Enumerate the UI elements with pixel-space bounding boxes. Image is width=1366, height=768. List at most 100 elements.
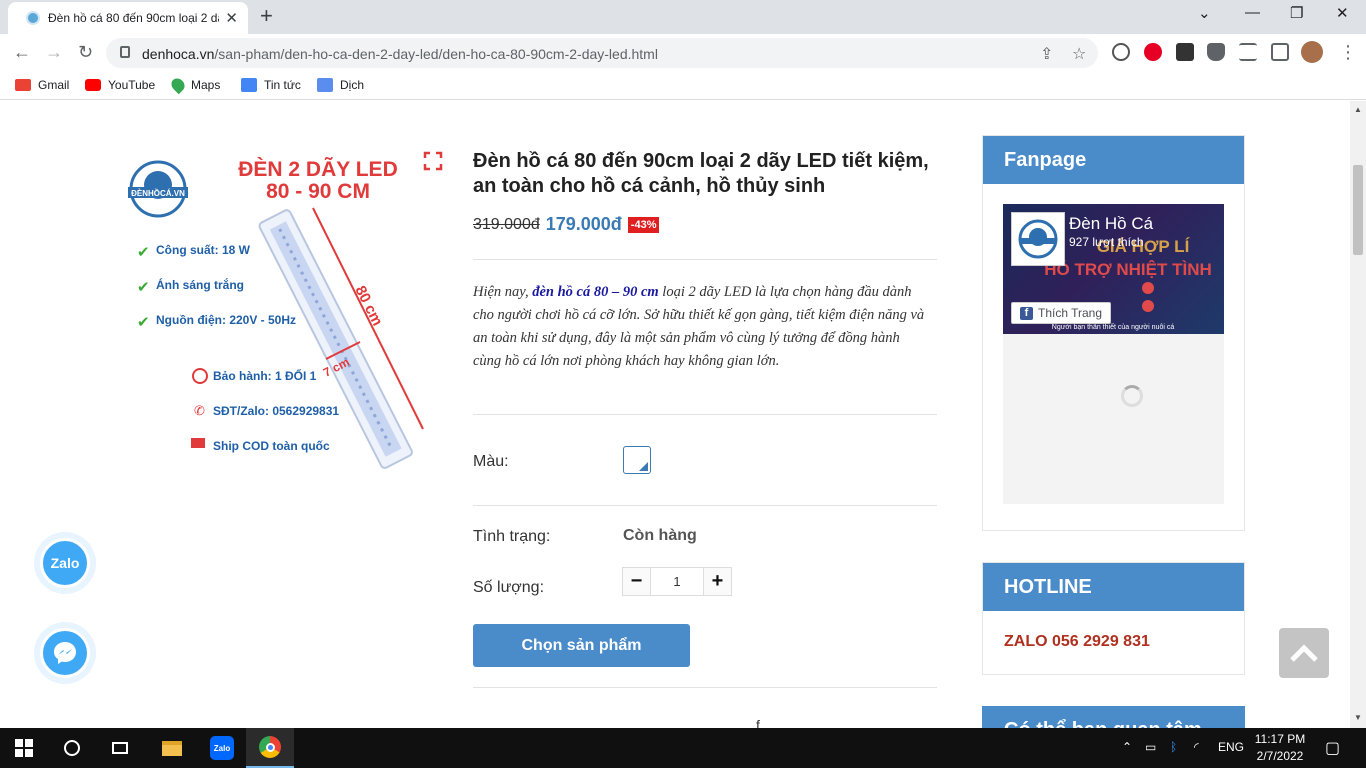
extension-m-icon[interactable] <box>1176 43 1194 61</box>
cover-text-2: HỖ TRỢ NHIỆT TÌNH <box>1044 260 1212 279</box>
battery-icon[interactable]: ▭ <box>1145 740 1156 754</box>
bluetooth-icon[interactable]: ᛒ <box>1170 740 1177 754</box>
scroll-down-icon[interactable]: ▼ <box>1354 713 1362 722</box>
restore-icon[interactable]: ❐ <box>1290 4 1303 22</box>
forward-icon[interactable]: → <box>45 42 63 63</box>
description-link[interactable]: đèn hồ cá 80 – 90 cm <box>532 284 658 300</box>
site-favicon-icon <box>26 11 40 25</box>
facebook-page-name[interactable]: Đèn Hồ Cá <box>1069 214 1153 234</box>
search-button[interactable] <box>48 728 96 768</box>
start-button[interactable] <box>0 728 48 768</box>
reload-icon[interactable]: ↻ <box>78 42 93 63</box>
messenger-chat-button[interactable] <box>34 622 96 684</box>
hotline-title: HOTLINE <box>983 563 1244 611</box>
task-view-icon <box>112 742 128 754</box>
extensions-puzzle-icon[interactable] <box>1207 43 1225 61</box>
status-label: Tình trạng: <box>473 528 551 545</box>
windows-taskbar: Zalo ⌃ ▭ ᛒ ◜ ENG 11:17 PM 2/7/2022 ▢ <box>0 728 1366 768</box>
check-icon: ✔ <box>137 279 150 296</box>
quantity-input[interactable]: 1 <box>650 568 704 595</box>
web-page: ĐÈNHỒCÁ.VN ĐÈN 2 DÃY LED 80 - 90 CM ✔ Cô… <box>0 101 1350 728</box>
back-icon[interactable]: ← <box>13 42 31 63</box>
hotline-number[interactable]: ZALO 056 2929 831 <box>1004 633 1150 651</box>
divider <box>473 259 937 260</box>
new-tab-icon[interactable]: + <box>260 5 273 27</box>
close-tab-icon[interactable]: ✕ <box>225 9 238 27</box>
truck-icon <box>191 438 205 448</box>
share-icon[interactable]: ⇪ <box>1040 44 1053 64</box>
back-to-top-button[interactable] <box>1279 628 1329 678</box>
side-panel-icon[interactable] <box>1271 43 1289 61</box>
facebook-like-button[interactable]: f Thích Trang <box>1011 302 1112 324</box>
divider <box>473 414 937 415</box>
folder-icon <box>162 740 182 756</box>
select-product-button[interactable]: Chọn sản phẩm <box>473 624 690 667</box>
bookmarks-bar: Gmail YouTube Maps Tin tức Dịch <box>0 72 1366 100</box>
chrome-app-button[interactable] <box>246 728 294 768</box>
zalo-app-button[interactable]: Zalo <box>198 728 246 768</box>
page-scrollbar[interactable]: ▲ ▼ <box>1350 101 1366 728</box>
check-icon: ✔ <box>137 314 150 331</box>
phone-icon: ✆ <box>194 403 205 418</box>
bookmark-gmail[interactable]: Gmail <box>15 78 69 92</box>
gmail-icon <box>15 79 31 91</box>
minimize-icon[interactable]: — <box>1245 4 1260 21</box>
extension-gear-icon[interactable] <box>1112 43 1130 61</box>
related-widget: Có thể bạn quan tâm <box>982 706 1245 728</box>
new-price: 179.000đ <box>545 214 622 234</box>
scroll-up-icon[interactable]: ▲ <box>1354 105 1362 114</box>
expand-icon[interactable] <box>423 151 443 171</box>
image-heading-2: 80 - 90 CM <box>266 180 370 203</box>
product-image[interactable]: ĐÈNHỒCÁ.VN ĐÈN 2 DÃY LED 80 - 90 CM ✔ Cô… <box>120 141 450 481</box>
fanpage-widget: Fanpage GIÁ HỢP LÍ HỖ TRỢ NHIỆT TÌNH Ngư… <box>982 135 1245 531</box>
partial-text: f <box>756 717 760 728</box>
facebook-like-count: 927 lượt thích <box>1069 235 1144 249</box>
check-icon: ✔ <box>137 244 150 261</box>
tray-chevron-icon[interactable]: ⌃ <box>1122 740 1132 754</box>
file-explorer-button[interactable] <box>148 728 196 768</box>
bookmark-translate[interactable]: Dịch <box>317 78 364 92</box>
system-clock[interactable]: 11:17 PM 2/7/2022 <box>1248 731 1312 765</box>
profile-avatar[interactable] <box>1301 41 1323 63</box>
feature-3: Nguồn điện: 220V - 50Hz <box>156 313 296 327</box>
language-indicator[interactable]: ENG <box>1218 740 1244 754</box>
task-view-button[interactable] <box>96 728 144 768</box>
facebook-page-logo[interactable] <box>1011 212 1065 266</box>
bookmark-star-icon[interactable]: ☆ <box>1072 44 1086 64</box>
media-control-icon[interactable] <box>1239 43 1257 61</box>
wifi-icon[interactable]: ◜ <box>1194 740 1199 754</box>
divider <box>473 687 937 688</box>
clock-date: 2/7/2022 <box>1256 749 1304 763</box>
tab-search-icon[interactable]: ⌄ <box>1198 4 1211 22</box>
increase-quantity-button[interactable]: + <box>704 568 731 595</box>
zalo-chat-button[interactable]: Zalo <box>34 532 96 594</box>
scrollbar-thumb[interactable] <box>1353 165 1363 255</box>
clock-time: 11:17 PM <box>1254 732 1306 746</box>
zalo-app-icon: Zalo <box>210 736 234 760</box>
tab-strip: Đèn hồ cá 80 đến 90cm loại 2 dã ✕ + ⌄ — … <box>0 0 1366 34</box>
logo-text: ĐÈNHỒCÁ.VN <box>131 188 185 198</box>
browser-tab[interactable]: Đèn hồ cá 80 đến 90cm loại 2 dã ✕ <box>8 2 248 34</box>
lock-icon[interactable] <box>120 46 130 58</box>
bookmark-youtube[interactable]: YouTube <box>85 78 155 92</box>
tab-title: Đèn hồ cá 80 đến 90cm loại 2 dã <box>48 11 220 25</box>
pinterest-icon[interactable] <box>1144 43 1162 61</box>
quantity-label: Số lượng: <box>473 579 545 596</box>
address-bar[interactable]: denhoca.vn/san-pham/den-ho-ca-den-2-day-… <box>106 38 1098 68</box>
menu-kebab-icon[interactable]: ⋮ <box>1339 42 1357 63</box>
close-window-icon[interactable]: ✕ <box>1336 4 1349 22</box>
bookmark-news[interactable]: Tin tức <box>241 78 301 92</box>
feature-2: Ánh sáng trắng <box>156 277 244 292</box>
notification-icon[interactable]: ▢ <box>1325 738 1340 758</box>
facebook-cover[interactable]: GIÁ HỢP LÍ HỖ TRỢ NHIỆT TÌNH Người bạn t… <box>1003 204 1224 334</box>
bookmark-maps[interactable]: Maps <box>168 75 220 95</box>
phone-text: SĐT/Zalo: 0562929831 <box>213 404 339 418</box>
decrease-quantity-button[interactable]: − <box>623 568 650 595</box>
quantity-stepper: − 1 + <box>622 567 732 596</box>
search-icon <box>64 740 80 756</box>
color-swatch[interactable] <box>623 446 651 474</box>
product-title: Đèn hồ cá 80 đến 90cm loại 2 dãy LED tiế… <box>473 150 929 197</box>
feature-1: Công suất: 18 W <box>156 243 251 257</box>
messenger-icon <box>40 628 90 678</box>
warranty-text: Bảo hành: 1 ĐỔI 1 <box>213 368 317 383</box>
